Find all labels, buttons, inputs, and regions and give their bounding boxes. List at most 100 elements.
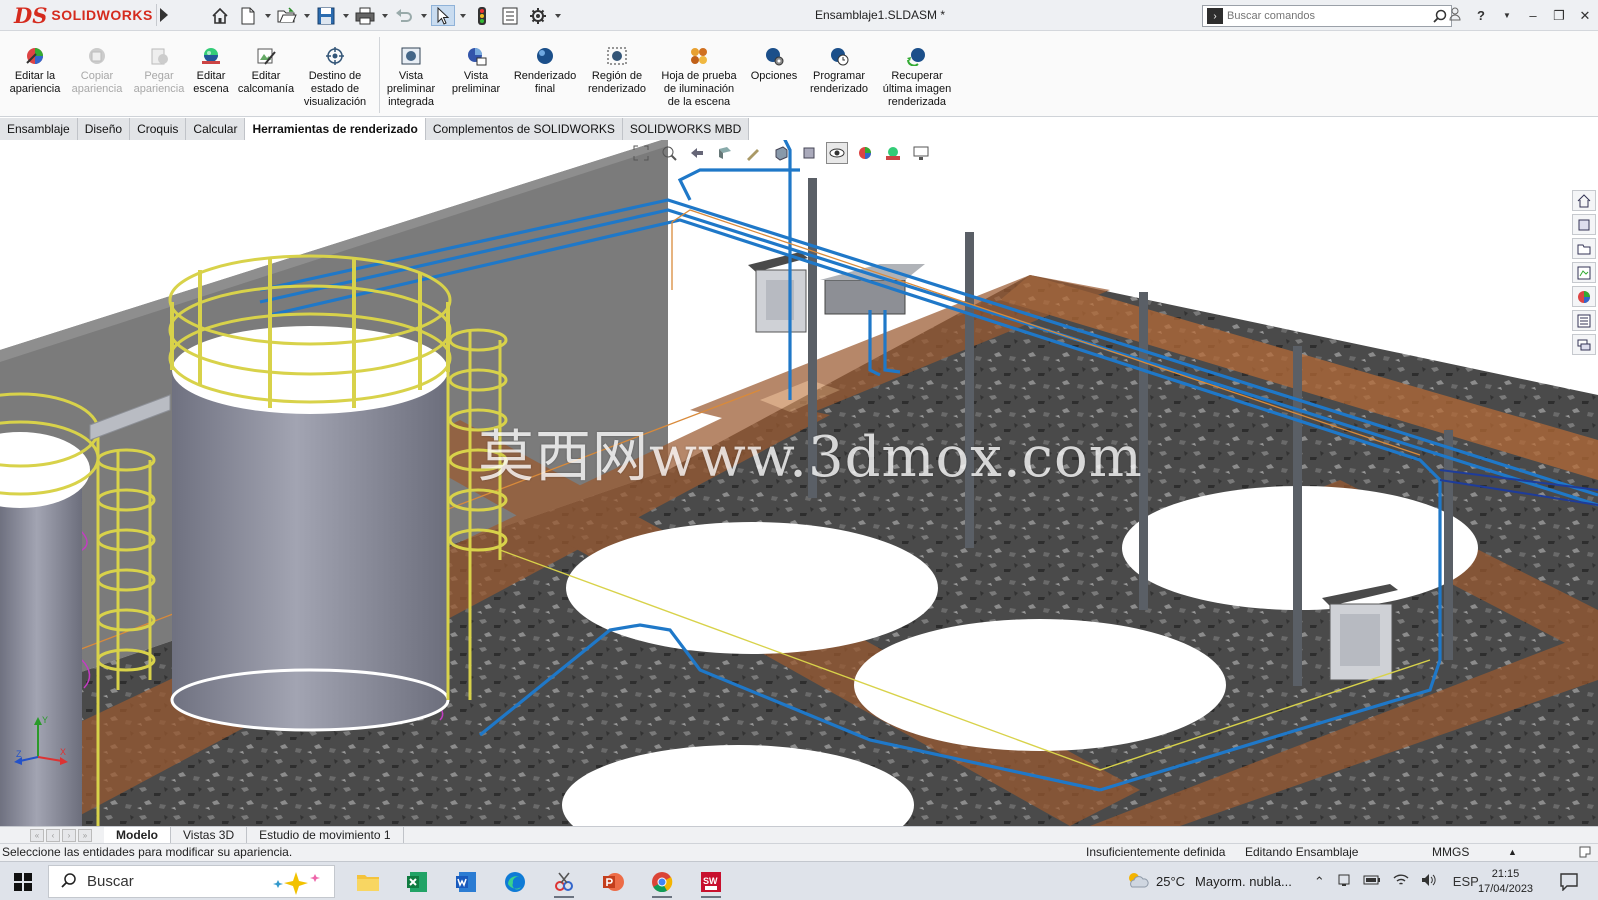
tab-solidworks-mbd[interactable]: SOLIDWORKS MBD: [623, 118, 750, 140]
taskbar-search-box[interactable]: Buscar: [48, 865, 335, 898]
ribbon-label: final: [534, 83, 556, 95]
tab-evaluate[interactable]: Calcular: [186, 118, 246, 140]
zoom-to-area-icon[interactable]: [658, 142, 680, 164]
wifi-icon[interactable]: [1393, 873, 1409, 890]
tab-assembly[interactable]: Ensamblaje: [0, 118, 78, 140]
view-palette-icon[interactable]: [1572, 262, 1596, 283]
restore-icon[interactable]: ❐: [1546, 8, 1572, 24]
edit-decal-icon: [255, 46, 277, 66]
ribbon-separator: [379, 37, 380, 113]
command-manager-ribbon: Editar la apariencia Copiar apariencia P…: [0, 31, 1598, 117]
ribbon-label: Hoja de prueba: [661, 70, 737, 82]
section-view-icon[interactable]: [714, 142, 736, 164]
ribbon-label: preliminar: [451, 83, 501, 95]
taskbar-apps: SW: [350, 865, 729, 898]
integrated-preview-button[interactable]: Vista preliminar integrada: [382, 46, 440, 109]
minimize-icon[interactable]: –: [1520, 8, 1546, 23]
notification-center-icon[interactable]: [1560, 873, 1578, 894]
volume-icon[interactable]: [1421, 873, 1437, 890]
recall-last-render-button[interactable]: Recuperar última imagen renderizada: [876, 46, 958, 109]
previous-view-icon[interactable]: [686, 142, 708, 164]
battery-icon[interactable]: [1363, 874, 1381, 889]
tab-render-tools[interactable]: Herramientas de renderizado: [245, 118, 426, 140]
scroll-last-icon[interactable]: »: [78, 828, 92, 842]
taskbar-clock[interactable]: 21:15 17/04/2023: [1478, 867, 1533, 897]
preview-window-button[interactable]: Vista preliminar: [446, 46, 506, 96]
edit-appearance-button[interactable]: Editar la apariencia: [6, 46, 64, 96]
help-icon[interactable]: ?: [1468, 8, 1494, 23]
status-message: Seleccione las entidades para modificar …: [2, 845, 293, 859]
apply-scene-icon[interactable]: [882, 142, 904, 164]
scroll-prev-icon[interactable]: ‹: [46, 828, 60, 842]
schedule-render-button[interactable]: Programar renderizado: [804, 46, 874, 96]
edit-decal-button[interactable]: Editar calcomanía: [236, 46, 296, 96]
render-region-button[interactable]: Región de renderizado: [582, 46, 652, 96]
appearances-icon[interactable]: [1572, 286, 1596, 307]
command-prompt-icon: ›: [1207, 8, 1223, 24]
ribbon-label: Programar: [813, 70, 865, 82]
tab-sketch[interactable]: Croquis: [130, 118, 187, 140]
resources-home-icon[interactable]: [1572, 190, 1596, 211]
ribbon-label: Renderizado: [513, 70, 577, 82]
search-input[interactable]: [1227, 10, 1429, 22]
scene-lighting-proof-button[interactable]: Hoja de prueba de iluminación de la esce…: [654, 46, 744, 109]
paste-appearance-button[interactable]: Pegar apariencia: [130, 46, 188, 96]
excel-icon[interactable]: [399, 865, 435, 898]
meet-now-icon[interactable]: [1337, 873, 1351, 890]
display-state-target-button[interactable]: Destino de estado de visualización: [300, 46, 370, 109]
graphics-area[interactable]: ▤ ▥ – ❐ ✕ 莫西网www.3dmox.com Z Y: [0, 140, 1598, 826]
solidworks-icon[interactable]: SW: [693, 865, 729, 898]
input-language[interactable]: ESP: [1453, 874, 1479, 889]
edge-icon[interactable]: [497, 865, 533, 898]
heads-up-view-toolbar: [630, 142, 932, 164]
design-library-icon[interactable]: [1572, 214, 1596, 235]
copy-appearance-button[interactable]: Copiar apariencia: [68, 46, 126, 96]
forum-icon[interactable]: [1572, 334, 1596, 355]
ribbon-label: preliminar: [386, 83, 436, 95]
edit-appearance-icon[interactable]: [854, 142, 876, 164]
tab-model[interactable]: Modelo: [104, 826, 171, 844]
unit-system[interactable]: MMGS: [1432, 844, 1469, 861]
scroll-first-icon[interactable]: «: [30, 828, 44, 842]
tab-layout[interactable]: Diseño: [78, 118, 131, 140]
weather-condition[interactable]: Mayorm. nubla...: [1195, 874, 1292, 889]
powerpoint-icon[interactable]: [595, 865, 631, 898]
chrome-icon[interactable]: [644, 865, 680, 898]
custom-properties-icon[interactable]: [1572, 310, 1596, 331]
snipping-tool-icon[interactable]: [546, 865, 582, 898]
tab-motion-study-1[interactable]: Estudio de movimiento 1: [247, 826, 404, 844]
close-icon[interactable]: ✕: [1572, 8, 1598, 24]
zoom-to-fit-icon[interactable]: [630, 142, 652, 164]
command-manager-tabs: Ensamblaje Diseño Croquis Calcular Herra…: [0, 118, 750, 140]
ribbon-label: Copiar: [80, 70, 114, 82]
tab-solidworks-addins[interactable]: Complementos de SOLIDWORKS: [426, 118, 623, 140]
final-render-button[interactable]: Renderizado final: [510, 46, 580, 96]
weather-temperature[interactable]: 25°C: [1156, 874, 1185, 889]
view-orientation-icon[interactable]: [770, 142, 792, 164]
user-icon[interactable]: [1442, 7, 1468, 24]
svg-text:SW: SW: [703, 876, 718, 886]
view-settings-icon[interactable]: [910, 142, 932, 164]
tab-3d-views[interactable]: Vistas 3D: [171, 826, 248, 844]
dynamic-annotation-icon[interactable]: [742, 142, 764, 164]
windows-start-icon[interactable]: [14, 873, 32, 894]
integrated-preview-icon: [400, 46, 422, 66]
word-icon[interactable]: [448, 865, 484, 898]
display-style-icon[interactable]: [798, 142, 820, 164]
command-search-box[interactable]: ›: [1202, 5, 1452, 27]
edit-scene-button[interactable]: Editar escena: [188, 46, 234, 96]
unit-system-caret-icon[interactable]: ▲: [1508, 844, 1517, 861]
file-explorer-icon[interactable]: [350, 865, 386, 898]
ribbon-label: calcomanía: [237, 83, 295, 95]
scroll-next-icon[interactable]: ›: [62, 828, 76, 842]
editing-mode-status: Editando Ensamblaje: [1245, 845, 1359, 859]
help-dropdown-icon[interactable]: ▼: [1494, 11, 1520, 20]
window-controls: ? ▼ – ❐ ✕: [1442, 0, 1598, 31]
search-highlight-sparkle-icon: [266, 870, 326, 899]
render-options-button[interactable]: Opciones: [746, 46, 802, 83]
render-options-icon: [763, 46, 785, 66]
file-explorer-icon[interactable]: [1572, 238, 1596, 259]
hide-show-items-icon[interactable]: [826, 142, 848, 164]
show-hidden-icons-icon[interactable]: ⌃: [1314, 874, 1325, 890]
weather-cloud-icon[interactable]: [1126, 871, 1150, 892]
